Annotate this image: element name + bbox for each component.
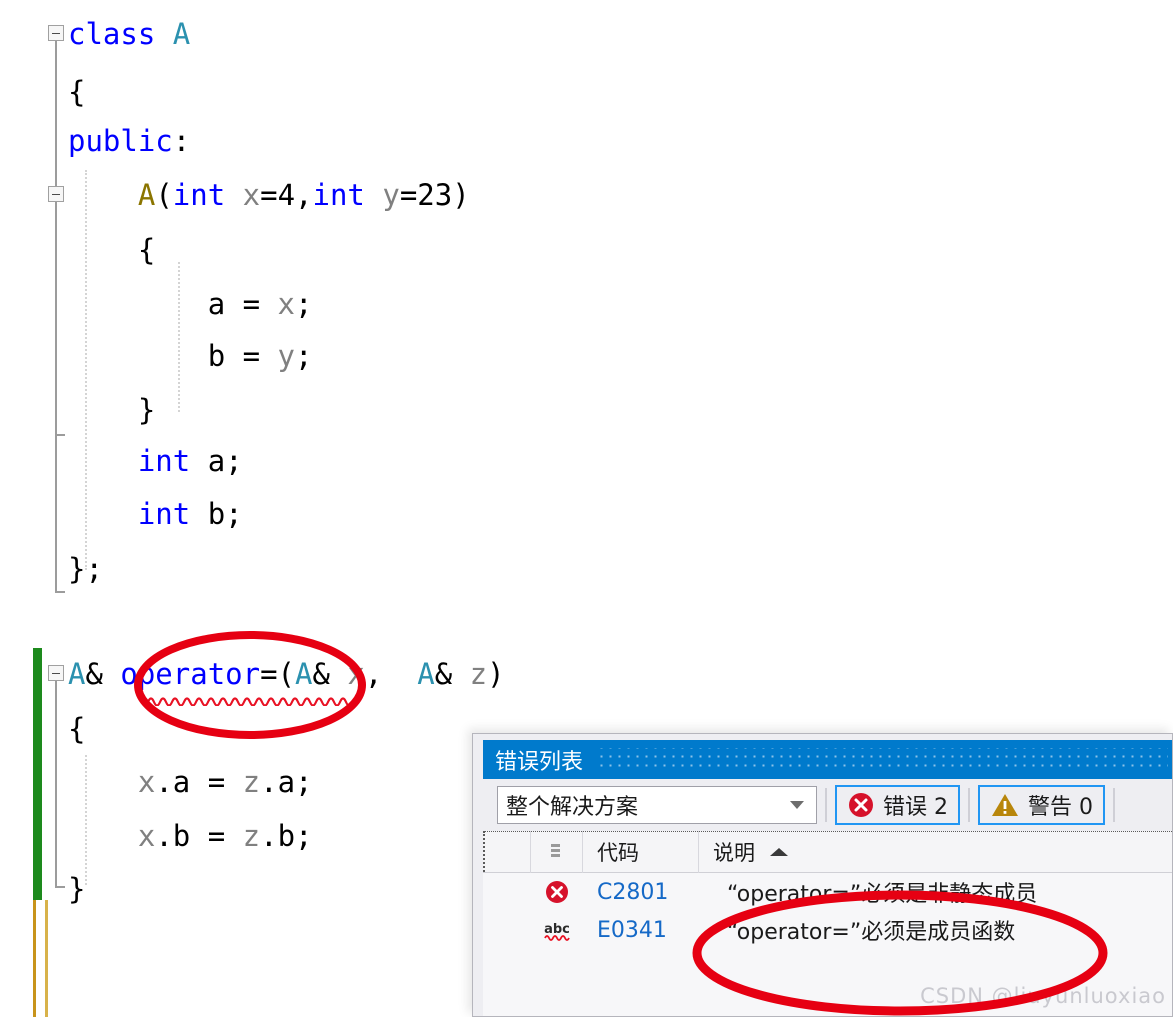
row-code: C2801: [597, 879, 669, 905]
warning-triangle-icon: [992, 794, 1018, 816]
toolbar-separator: [825, 788, 827, 822]
severity-filter-icon: [550, 844, 560, 857]
table-row[interactable]: C2801 “operator=”必须是非静态成员: [483, 873, 1172, 911]
fold-toggle-operator[interactable]: [48, 665, 64, 681]
column-header-code[interactable]: 代码: [583, 831, 699, 873]
error-count-label: 错误 2: [883, 795, 948, 820]
code-line[interactable]: }: [68, 875, 85, 904]
code-line[interactable]: {: [68, 236, 155, 265]
chevron-down-icon: [790, 801, 804, 809]
column-header-description[interactable]: 说明: [699, 831, 1172, 873]
scope-dropdown[interactable]: 整个解决方案: [497, 786, 817, 824]
code-line[interactable]: {: [68, 715, 85, 744]
row-description: “operator=”必须是非静态成员: [727, 882, 1038, 907]
error-squiggle-operator: [148, 697, 354, 706]
fold-foot-constructor: [55, 434, 65, 436]
error-list-panel[interactable]: 错误列表 整个解决方案 错误 2 警告 0 代码 说明 C2801 “opera…: [472, 733, 1173, 1017]
code-line[interactable]: public:: [68, 127, 190, 156]
fold-line-constructor: [55, 202, 57, 434]
code-line[interactable]: x.b = z.b;: [68, 822, 313, 851]
row-severity-cell: [531, 879, 583, 905]
column-header-severity[interactable]: [531, 831, 583, 873]
column-header-select[interactable]: [483, 831, 531, 873]
code-line[interactable]: x.a = z.a;: [68, 768, 313, 797]
fold-toggle-constructor[interactable]: [48, 186, 64, 202]
code-line[interactable]: int a;: [68, 447, 243, 476]
toolbar-separator: [968, 788, 970, 822]
change-bar-saved: [33, 648, 42, 900]
column-header-description-label: 说明: [713, 841, 755, 865]
panel-drag-grip[interactable]: [597, 747, 1168, 772]
toolbar-separator: [1113, 788, 1115, 822]
error-circle-icon: [546, 881, 568, 903]
error-list-column-headers[interactable]: 代码 说明: [483, 831, 1172, 873]
error-count-button[interactable]: 错误 2: [835, 785, 960, 825]
change-bar-unsaved: [33, 900, 48, 1017]
code-line[interactable]: class A: [68, 20, 190, 49]
fold-line-operator: [55, 681, 57, 886]
error-list-title: 错误列表: [495, 749, 584, 775]
error-circle-icon: [849, 793, 873, 817]
fold-toggle-class-a[interactable]: [48, 25, 64, 41]
code-line[interactable]: int b;: [68, 500, 243, 529]
code-line[interactable]: };: [68, 555, 103, 584]
watermark: CSDN @liuyunluoxiao: [920, 984, 1166, 1008]
intellisense-abc-icon: abc: [544, 922, 570, 941]
error-list-titlebar[interactable]: 错误列表: [483, 740, 1172, 779]
code-line[interactable]: }: [68, 396, 155, 425]
code-line[interactable]: A& operator=(A& x, A& z): [68, 660, 505, 689]
code-line[interactable]: {: [68, 78, 85, 107]
fold-foot-class-a: [55, 591, 65, 593]
fold-foot-operator: [55, 886, 65, 888]
row-severity-cell: abc: [531, 917, 583, 943]
scope-dropdown-value: 整个解决方案: [506, 795, 639, 820]
code-line[interactable]: A(int x=4,int y=23): [68, 181, 470, 210]
svg-text:abc: abc: [544, 922, 570, 937]
error-list-toolbar[interactable]: 整个解决方案 错误 2 警告 0: [483, 779, 1172, 831]
warning-count-button[interactable]: 警告 0: [978, 785, 1105, 825]
indent-guide: [178, 262, 180, 412]
row-description: “operator=”必须是成员函数: [727, 920, 1016, 945]
sort-ascending-icon: [770, 848, 788, 856]
code-line[interactable]: b = y;: [68, 342, 313, 371]
row-code: E0341: [597, 917, 667, 943]
warning-count-label: 警告 0: [1028, 795, 1093, 820]
code-line[interactable]: a = x;: [68, 290, 313, 319]
table-row[interactable]: abc E0341 “operator=”必须是成员函数: [483, 911, 1172, 949]
